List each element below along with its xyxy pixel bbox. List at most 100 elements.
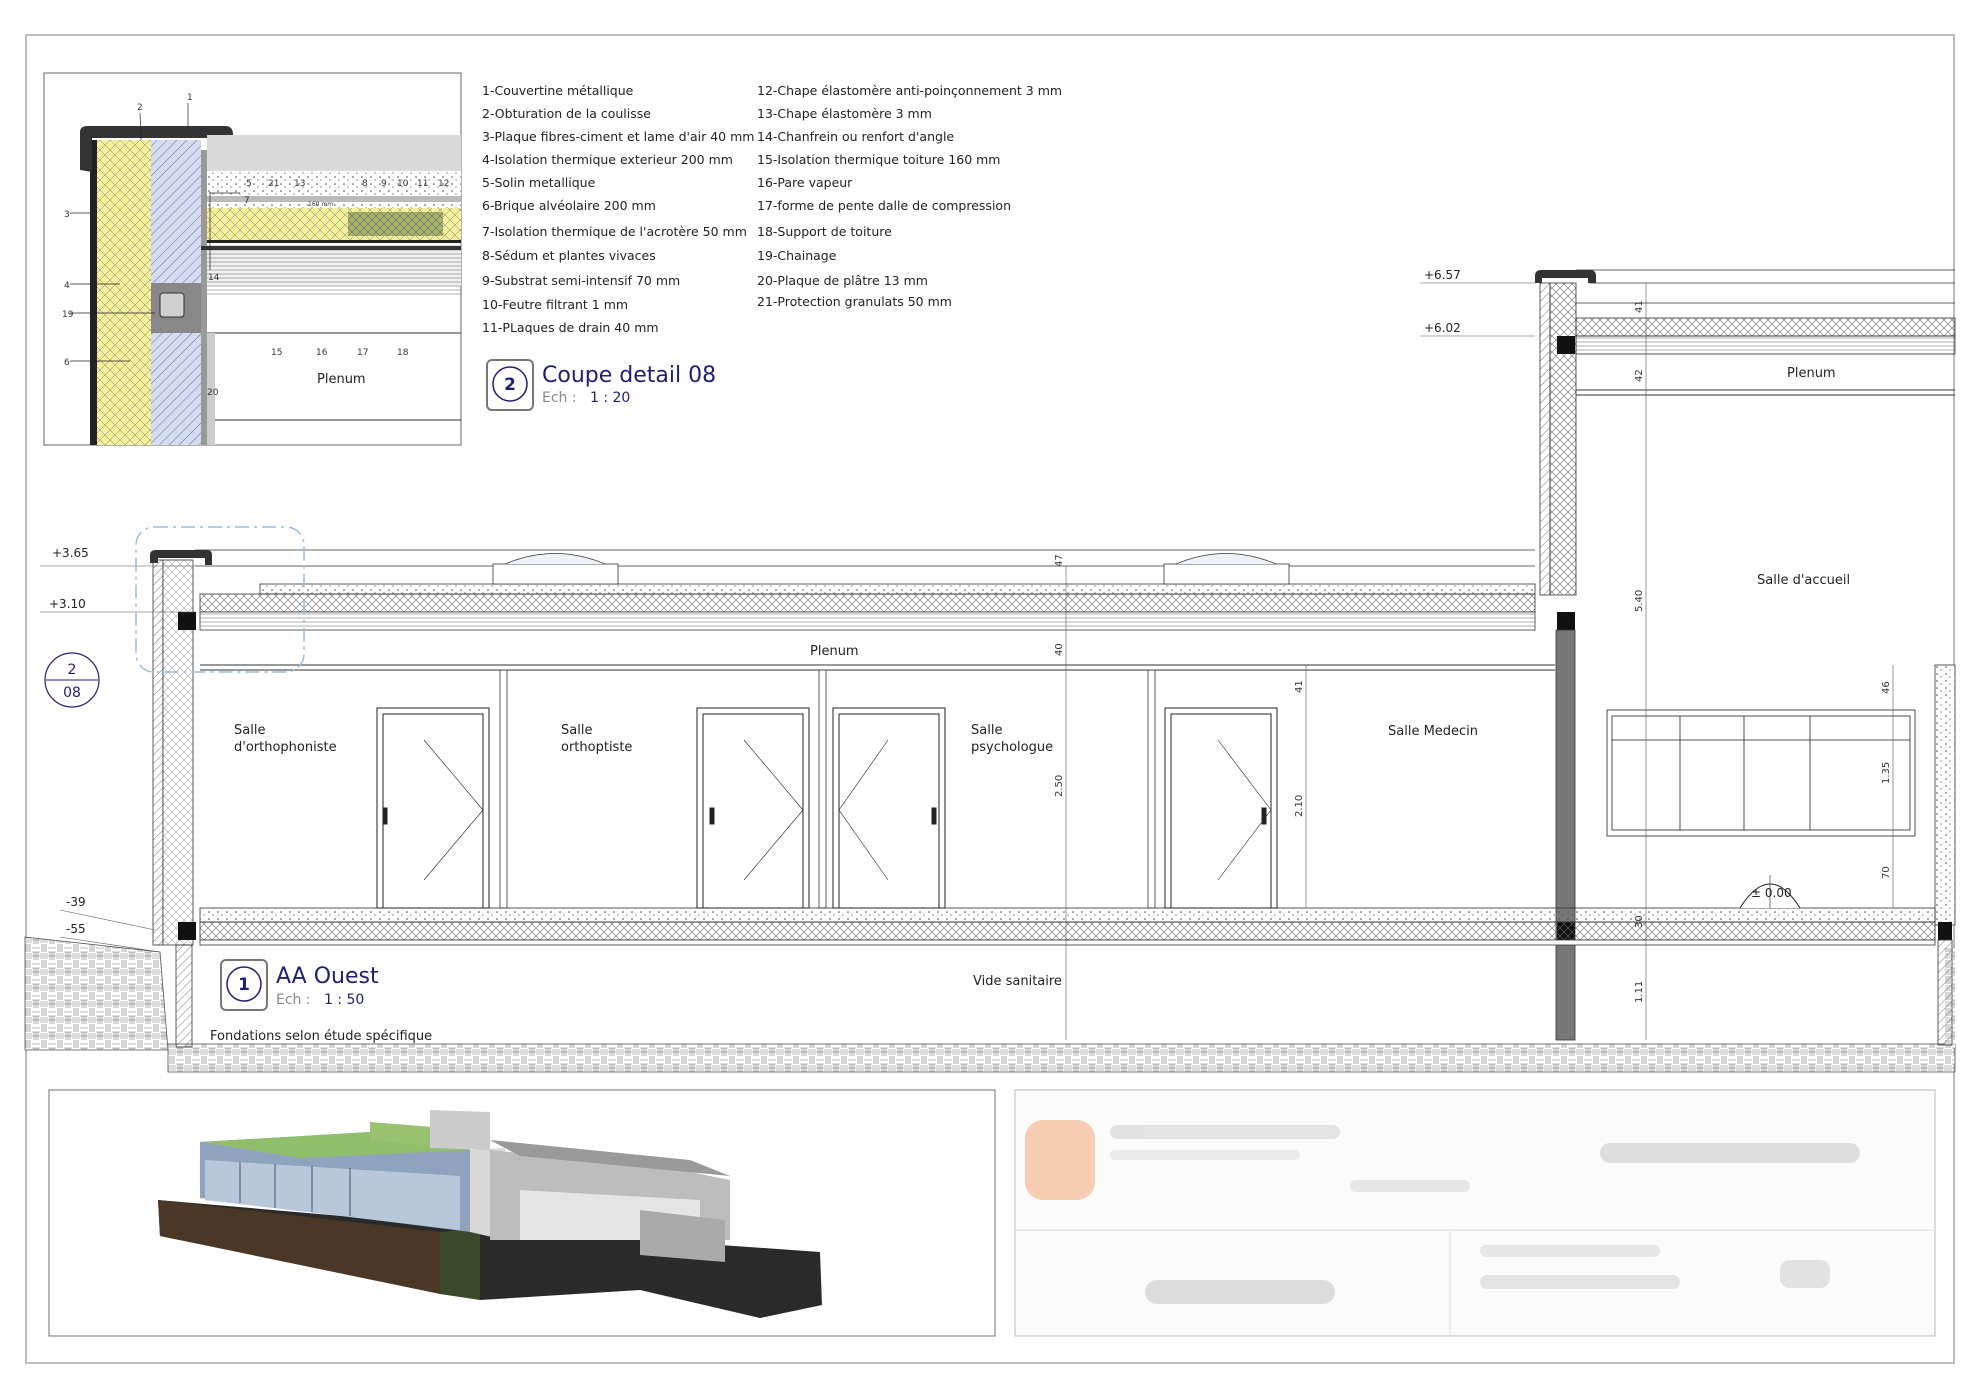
detail-title-block: 2 Coupe detail 08 Ech : 1 : 20	[486, 359, 716, 411]
room-label: psychologue	[971, 740, 1053, 755]
dimension-text: 70	[1881, 866, 1892, 879]
level-label-zero: ± 0.00	[1751, 886, 1792, 900]
callout-11: 11	[417, 179, 428, 189]
legend-item: 12-Chape élastomère anti-poinçonnement 3…	[757, 83, 1062, 98]
door	[832, 707, 946, 909]
legend-item: 11-PLaques de drain 40 mm	[482, 320, 659, 335]
legend-item: 2-Obturation de la coulisse	[482, 106, 651, 121]
level-label: +3.10	[49, 597, 86, 611]
room-label: Salle	[971, 723, 1002, 738]
floor-slab	[199, 907, 1936, 923]
partition-wall	[499, 669, 508, 909]
callout-14: 14	[208, 273, 220, 283]
dimension-text: 41	[1294, 680, 1305, 693]
callout-13: 13	[294, 179, 305, 189]
callout-4: 4	[64, 281, 70, 291]
detail-title: Coupe detail 08	[542, 363, 716, 388]
dimension-text: 30	[1634, 915, 1645, 928]
dimension-text: 41	[1634, 300, 1645, 313]
roof-slab	[200, 612, 1535, 630]
detail-plenum-label: Plenum	[317, 372, 366, 387]
detail-scale-prefix: Ech :	[542, 390, 577, 406]
room-label: Salle Medecin	[1388, 724, 1478, 739]
legend-item: 17-forme de pente dalle de compression	[757, 198, 1011, 213]
callout-16: 16	[316, 348, 328, 358]
legend-item: 13-Chape élastomère 3 mm	[757, 106, 932, 121]
dimension-text: 2.10	[1294, 795, 1305, 817]
partition-wall	[1147, 669, 1156, 909]
legend-item: 14-Chanfrein ou renfort d'angle	[757, 129, 954, 144]
cladding-layer	[90, 140, 97, 445]
callout-2: 2	[137, 103, 143, 113]
legend-item: 3-Plaque fibres-ciment et lame d'air 40 …	[482, 129, 754, 144]
legend-item: 10-Feutre filtrant 1 mm	[482, 297, 628, 312]
dimension-text: 1.35	[1881, 762, 1892, 784]
level-label: +3.65	[52, 546, 89, 560]
detail-ref-sheet: 08	[63, 685, 81, 701]
legend: 1-Couvertine métallique 2-Obturation de …	[482, 83, 1062, 335]
legend-item: 7-Isolation thermique de l'acrotère 50 m…	[482, 224, 747, 239]
level-label: -55	[66, 922, 86, 936]
section-title: AA Ouest	[276, 964, 379, 989]
legend-item: 9-Substrat semi-intensif 70 mm	[482, 273, 680, 288]
detail-scale-value: 1 : 20	[590, 390, 630, 406]
title-block-panel	[1014, 1089, 1936, 1337]
ground-strip	[167, 1043, 1956, 1073]
legend-item: 5-Solin metallique	[482, 175, 596, 190]
callout-8: 8	[362, 179, 368, 189]
detail-bubble-number: 2	[504, 375, 516, 395]
dimension-text: 42	[1634, 369, 1645, 382]
room-label: Salle	[234, 723, 265, 738]
legend-item: 1-Couvertine métallique	[482, 83, 634, 98]
dimension-text: 5.40	[1634, 590, 1645, 612]
callout-19: 19	[62, 310, 74, 320]
room-label: orthoptiste	[561, 740, 632, 755]
partition-wall	[818, 669, 827, 909]
callout-20: 20	[207, 388, 219, 398]
skylight	[1163, 563, 1290, 585]
callout-1: 1	[187, 93, 193, 103]
callout-3: 3	[64, 210, 70, 220]
level-label: -39	[66, 895, 86, 909]
callout-7: 7	[244, 196, 250, 206]
door	[1164, 707, 1278, 909]
interior-column	[1555, 629, 1576, 1041]
room-label: d'orthophoniste	[234, 740, 337, 755]
detail-ref-number: 2	[68, 662, 77, 678]
callout-15: 15	[271, 348, 282, 358]
room-label: Vide sanitaire	[973, 974, 1062, 989]
callout-21: 21	[268, 179, 279, 189]
level-label: +6.57	[1424, 268, 1461, 282]
legend-item: 8-Sédum et plantes vivaces	[482, 248, 656, 263]
room-label-plenum: Plenum	[810, 644, 859, 659]
roof-insulation-layer	[199, 593, 1536, 613]
tall-coping	[1535, 270, 1596, 283]
section-bubble-number: 1	[238, 975, 250, 995]
left-exterior-wall	[152, 559, 164, 946]
legend-item: 21-Protection granulats 50 mm	[757, 294, 952, 309]
drawing-sheet: 1 2 3 4 19 6 5 21 13 7 8 9 10 11 12 14 1…	[24, 72, 1956, 1337]
room-label-plenum-high: Plenum	[1787, 366, 1836, 381]
dimension-text: 40	[1054, 643, 1065, 656]
section-title-block: 1 AA Ouest Ech : 1 : 50	[220, 959, 379, 1011]
legend-item: 6-Brique alvéolaire 200 mm	[482, 198, 656, 213]
level-label: +6.02	[1424, 321, 1461, 335]
dimension-text: 46	[1881, 681, 1892, 694]
callout-5: 5	[246, 179, 252, 189]
skylight	[492, 563, 619, 585]
callout-9: 9	[381, 179, 387, 189]
callout-12: 12	[438, 179, 449, 189]
logo-redacted	[1025, 1120, 1095, 1200]
legend-item: 19-Chainage	[757, 248, 837, 263]
room-label: Salle d'accueil	[1757, 573, 1850, 588]
legend-item: 20-Plaque de plâtre 13 mm	[757, 273, 928, 288]
window	[1606, 709, 1916, 837]
room-label: Salle	[561, 723, 592, 738]
callout-10: 10	[397, 179, 409, 189]
dimension-text: 1.11	[1634, 981, 1645, 1003]
detail-dimension: 160 mm	[308, 201, 333, 208]
callout-18: 18	[397, 348, 409, 358]
tall-wall	[1539, 282, 1551, 596]
left-foundation	[175, 944, 193, 1048]
legend-item: 16-Pare vapeur	[757, 175, 853, 190]
